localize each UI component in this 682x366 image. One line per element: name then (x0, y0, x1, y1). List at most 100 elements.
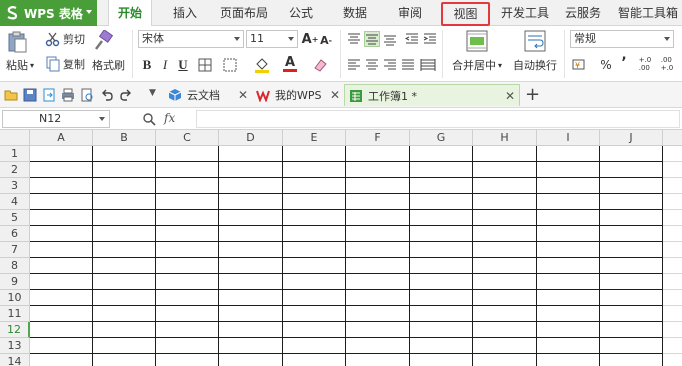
grid-cell[interactable] (473, 258, 537, 274)
row-header[interactable]: 6 (0, 226, 30, 242)
column-header[interactable]: F (346, 130, 410, 146)
format-painter-button[interactable] (92, 30, 114, 52)
grid-cell[interactable] (410, 242, 473, 258)
grid-cell[interactable] (219, 146, 283, 162)
tab-view[interactable]: 视图 (441, 2, 490, 26)
grid-cell[interactable] (283, 226, 346, 242)
grid-cell[interactable] (473, 210, 537, 226)
decrease-indent-icon[interactable] (404, 31, 420, 47)
grid-cell[interactable] (346, 290, 410, 306)
grid-cell[interactable] (93, 226, 156, 242)
number-format-select[interactable]: 常规 (570, 30, 674, 48)
tab-review[interactable]: 审阅 (390, 0, 430, 26)
fill-pattern-button[interactable] (222, 57, 238, 73)
grid-cell[interactable] (410, 290, 473, 306)
column-header[interactable]: I (537, 130, 600, 146)
grid-cell[interactable] (283, 146, 346, 162)
grid-cell[interactable] (283, 194, 346, 210)
doc-tab-my-wps[interactable]: 我的WPS ✕ (252, 84, 344, 106)
row-header[interactable]: 12 (0, 322, 30, 338)
grid-cell[interactable] (283, 338, 346, 354)
grid-cell[interactable] (219, 258, 283, 274)
grid-cell[interactable] (156, 258, 219, 274)
grid-cell[interactable] (600, 194, 663, 210)
grid-cell[interactable] (537, 338, 600, 354)
grid-cell[interactable] (156, 146, 219, 162)
grid-cell[interactable] (283, 258, 346, 274)
grid-cell[interactable] (156, 354, 219, 366)
borders-button[interactable] (197, 57, 213, 73)
save-icon[interactable] (23, 88, 37, 102)
grid-cell[interactable] (473, 162, 537, 178)
row-header[interactable]: 5 (0, 210, 30, 226)
grid-cell[interactable] (346, 306, 410, 322)
grid-cell[interactable] (600, 274, 663, 290)
grid-cell[interactable] (30, 178, 93, 194)
percent-button[interactable]: % (598, 57, 614, 73)
align-middle-icon[interactable] (364, 31, 380, 47)
grid-cell[interactable] (30, 242, 93, 258)
grid-cell[interactable] (93, 146, 156, 162)
grid-cell[interactable] (537, 322, 600, 338)
grid-cell[interactable] (663, 242, 682, 258)
grid-cell[interactable] (663, 306, 682, 322)
customize-toolbar-icon[interactable]: ▼ (149, 88, 156, 98)
print-preview-icon[interactable] (80, 88, 94, 102)
grid-cell[interactable] (663, 194, 682, 210)
grid-cell[interactable] (537, 290, 600, 306)
grid-cell[interactable] (346, 354, 410, 366)
row-header[interactable]: 8 (0, 258, 30, 274)
grid-cell[interactable] (93, 290, 156, 306)
underline-button[interactable]: U (175, 57, 191, 73)
zoom-search-icon[interactable] (142, 112, 156, 126)
tab-cloud-service[interactable]: 云服务 (560, 0, 606, 26)
grid-cell[interactable] (600, 290, 663, 306)
grid-cell[interactable] (600, 354, 663, 366)
grid-cell[interactable] (663, 162, 682, 178)
grid-cell[interactable] (537, 194, 600, 210)
redo-icon[interactable] (119, 88, 133, 102)
grid-cell[interactable] (410, 306, 473, 322)
row-header[interactable]: 7 (0, 242, 30, 258)
grid-cell[interactable] (663, 226, 682, 242)
grid-cell[interactable] (30, 194, 93, 210)
grid-cell[interactable] (473, 274, 537, 290)
grid-cell[interactable] (537, 242, 600, 258)
grid-cell[interactable] (537, 274, 600, 290)
wrap-text-button[interactable]: 自动换行 (513, 57, 557, 73)
grid-cell[interactable] (537, 178, 600, 194)
grid-cell[interactable] (410, 178, 473, 194)
grid-cell[interactable] (156, 162, 219, 178)
align-center-icon[interactable] (364, 57, 380, 73)
grid-cell[interactable] (219, 290, 283, 306)
grid-cell[interactable] (663, 354, 682, 366)
close-icon[interactable]: ✕ (505, 89, 515, 103)
grid-cell[interactable] (346, 146, 410, 162)
grid-cell[interactable] (346, 322, 410, 338)
close-icon[interactable]: ✕ (330, 88, 340, 102)
merge-center-icon-button[interactable] (466, 30, 488, 52)
grid-cell[interactable] (93, 194, 156, 210)
grid-cell[interactable] (93, 242, 156, 258)
grid-cell[interactable] (600, 226, 663, 242)
grid-cell[interactable] (346, 194, 410, 210)
font-color-button[interactable]: A (282, 56, 298, 72)
grid-cell[interactable] (410, 162, 473, 178)
grid-cell[interactable] (93, 178, 156, 194)
paste-label-button[interactable]: 粘贴 ▾ (6, 57, 34, 73)
grid-cell[interactable] (410, 210, 473, 226)
grid-cell[interactable] (600, 338, 663, 354)
align-left-icon[interactable] (346, 57, 362, 73)
grid-cell[interactable] (156, 178, 219, 194)
print-icon[interactable] (61, 88, 75, 102)
italic-button[interactable]: I (157, 57, 173, 73)
grid-cell[interactable] (537, 306, 600, 322)
row-header[interactable]: 10 (0, 290, 30, 306)
grid-cell[interactable] (346, 258, 410, 274)
grid-cell[interactable] (410, 226, 473, 242)
grid-cell[interactable] (219, 226, 283, 242)
grid-cell[interactable] (219, 306, 283, 322)
undo-icon[interactable] (100, 88, 114, 102)
grid-cell[interactable] (537, 146, 600, 162)
grid-cell[interactable] (600, 258, 663, 274)
